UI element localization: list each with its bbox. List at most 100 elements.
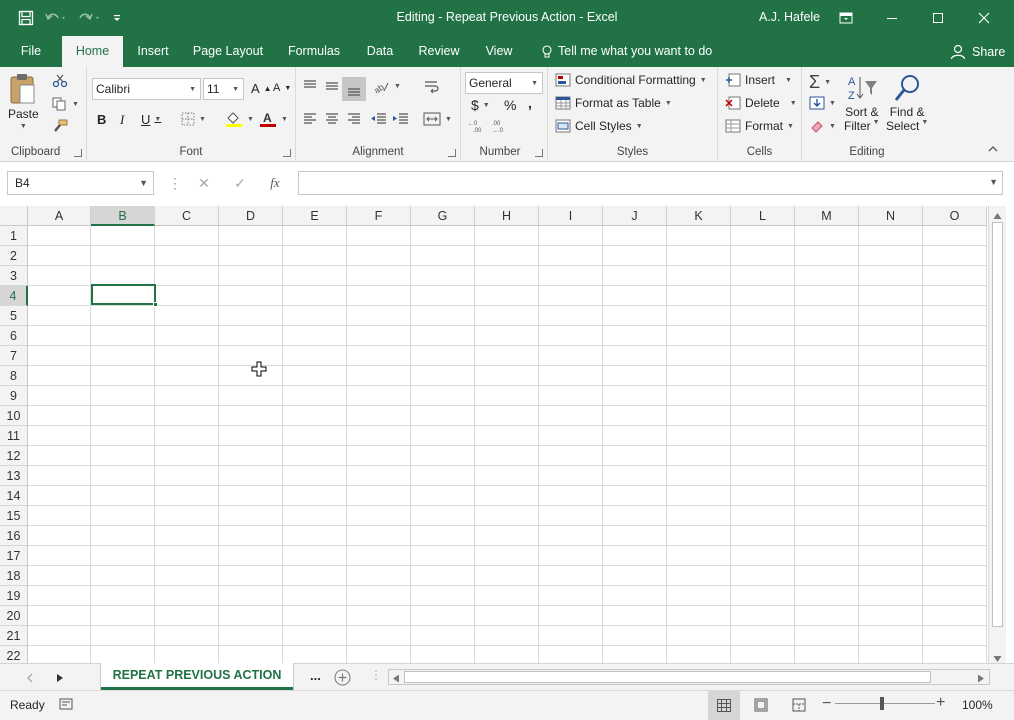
more-sheets-button[interactable]: ...: [310, 668, 321, 683]
share-button[interactable]: Share: [950, 36, 1005, 67]
column-header-l[interactable]: L: [731, 206, 795, 226]
decrease-font-size-icon[interactable]: A ▼: [273, 82, 291, 94]
font-dialog-launcher[interactable]: [283, 149, 291, 157]
merge-center-icon[interactable]: ▼: [423, 111, 452, 127]
user-name[interactable]: A.J. Hafele: [759, 10, 820, 24]
zoom-slider[interactable]: [835, 703, 935, 704]
maximize-icon[interactable]: [923, 6, 953, 30]
row-header-7[interactable]: 7: [0, 346, 28, 366]
column-header-i[interactable]: I: [539, 206, 603, 226]
row-header-16[interactable]: 16: [0, 526, 28, 546]
conditional-formatting-button[interactable]: Conditional Formatting ▼: [555, 73, 707, 87]
align-right-icon[interactable]: [346, 112, 362, 126]
row-header-14[interactable]: 14: [0, 486, 28, 506]
underline-icon[interactable]: U ▼: [141, 112, 161, 127]
horizontal-scrollbar[interactable]: [388, 669, 990, 685]
column-header-n[interactable]: N: [859, 206, 923, 226]
macro-record-icon[interactable]: [59, 697, 73, 714]
format-painter-icon[interactable]: [52, 119, 68, 133]
row-header-21[interactable]: 21: [0, 626, 28, 646]
fill-color-icon[interactable]: ▼: [225, 111, 254, 127]
tab-review[interactable]: Review: [412, 36, 466, 67]
close-icon[interactable]: [969, 6, 999, 30]
format-cells-button[interactable]: Format ▼: [725, 119, 794, 133]
row-header-19[interactable]: 19: [0, 586, 28, 606]
increase-font-size-icon[interactable]: A ▲: [251, 81, 272, 96]
collapse-ribbon-icon[interactable]: [988, 145, 998, 153]
page-break-view-icon[interactable]: [792, 698, 806, 715]
row-header-12[interactable]: 12: [0, 446, 28, 466]
row-header-1[interactable]: 1: [0, 226, 28, 246]
row-header-22[interactable]: 22: [0, 646, 28, 663]
minimize-icon[interactable]: [877, 6, 907, 30]
comma-style-button[interactable]: ,: [528, 95, 532, 111]
cancel-icon[interactable]: ✕: [192, 171, 216, 195]
row-header-6[interactable]: 6: [0, 326, 28, 346]
accounting-format-button[interactable]: $ ▼: [471, 97, 490, 113]
decrease-indent-icon[interactable]: [370, 112, 388, 126]
delete-cells-button[interactable]: Delete ▼: [725, 96, 797, 110]
column-header-f[interactable]: F: [347, 206, 411, 226]
increase-decimal-icon[interactable]: ←0.00: [468, 119, 486, 133]
clipboard-dialog-launcher[interactable]: [74, 149, 82, 157]
sort-filter-button[interactable]: AZ Sort & Filter ▼: [844, 73, 880, 133]
tab-formulas[interactable]: Formulas: [282, 36, 346, 67]
select-all-corner[interactable]: [0, 206, 28, 226]
percent-style-button[interactable]: %: [504, 97, 516, 113]
row-header-18[interactable]: 18: [0, 566, 28, 586]
top-align-icon[interactable]: [302, 79, 318, 93]
scroll-right-icon[interactable]: [977, 672, 985, 686]
formula-input[interactable]: ▼: [298, 171, 1003, 195]
expand-formula-icon[interactable]: ▼: [989, 177, 998, 187]
align-left-icon[interactable]: [302, 112, 318, 126]
font-name-select[interactable]: Calibri ▼: [92, 78, 201, 100]
column-header-k[interactable]: K: [667, 206, 731, 226]
number-dialog-launcher[interactable]: [535, 149, 543, 157]
tell-me-search[interactable]: Tell me what you want to do: [541, 36, 712, 67]
row-header-11[interactable]: 11: [0, 426, 28, 446]
column-header-j[interactable]: J: [603, 206, 667, 226]
row-header-13[interactable]: 13: [0, 466, 28, 486]
tab-splitter-icon[interactable]: ⋮: [370, 668, 382, 682]
row-header-15[interactable]: 15: [0, 506, 28, 526]
paste-button[interactable]: Paste ▼: [8, 73, 39, 130]
orientation-icon[interactable]: ab ▼: [372, 79, 401, 93]
find-select-button[interactable]: Find & Select ▼: [886, 73, 928, 133]
increase-indent-icon[interactable]: [392, 112, 410, 126]
wrap-text-icon[interactable]: [423, 79, 441, 95]
column-header-b[interactable]: B: [91, 206, 155, 226]
column-header-h[interactable]: H: [475, 206, 539, 226]
insert-function-icon[interactable]: fx: [263, 171, 287, 195]
ribbon-display-options-icon[interactable]: [831, 6, 861, 30]
row-header-8[interactable]: 8: [0, 366, 28, 386]
row-header-4[interactable]: 4: [0, 286, 28, 306]
page-layout-view-icon[interactable]: [754, 698, 768, 715]
bottom-align-icon[interactable]: [342, 77, 366, 101]
row-header-2[interactable]: 2: [0, 246, 28, 266]
tab-data[interactable]: Data: [358, 36, 402, 67]
tab-home[interactable]: Home: [62, 36, 123, 67]
tab-insert[interactable]: Insert: [128, 36, 178, 67]
worksheet-grid[interactable]: ABCDEFGHIJKLMNO 1 2 3 4 5 6 7 8 9 10 11 12 13 14 15 16 1…: [0, 206, 987, 663]
column-header-a[interactable]: A: [28, 206, 91, 226]
row-header-20[interactable]: 20: [0, 606, 28, 626]
name-box[interactable]: B4 ▼: [7, 171, 154, 195]
row-header-5[interactable]: 5: [0, 306, 28, 326]
font-color-icon[interactable]: A ▼: [259, 111, 288, 127]
row-header-3[interactable]: 3: [0, 266, 28, 286]
tab-file[interactable]: File: [10, 36, 52, 67]
fill-handle[interactable]: [153, 302, 158, 307]
fill-icon[interactable]: ▼: [809, 96, 836, 110]
row-header-10[interactable]: 10: [0, 406, 28, 426]
sheet-tab-repeat-previous-action[interactable]: REPEAT PREVIOUS ACTION: [101, 663, 293, 690]
row-header-9[interactable]: 9: [0, 386, 28, 406]
tab-page-layout[interactable]: Page Layout: [188, 36, 268, 67]
horizontal-scroll-thumb[interactable]: [404, 671, 931, 683]
borders-icon[interactable]: ▼: [181, 112, 206, 126]
prev-sheet-icon[interactable]: [26, 672, 34, 686]
autosum-icon[interactable]: Σ ▼: [809, 72, 831, 93]
italic-icon[interactable]: I: [120, 112, 124, 128]
column-header-e[interactable]: E: [283, 206, 347, 226]
row-header-17[interactable]: 17: [0, 546, 28, 566]
copy-icon[interactable]: ▼: [52, 97, 79, 111]
